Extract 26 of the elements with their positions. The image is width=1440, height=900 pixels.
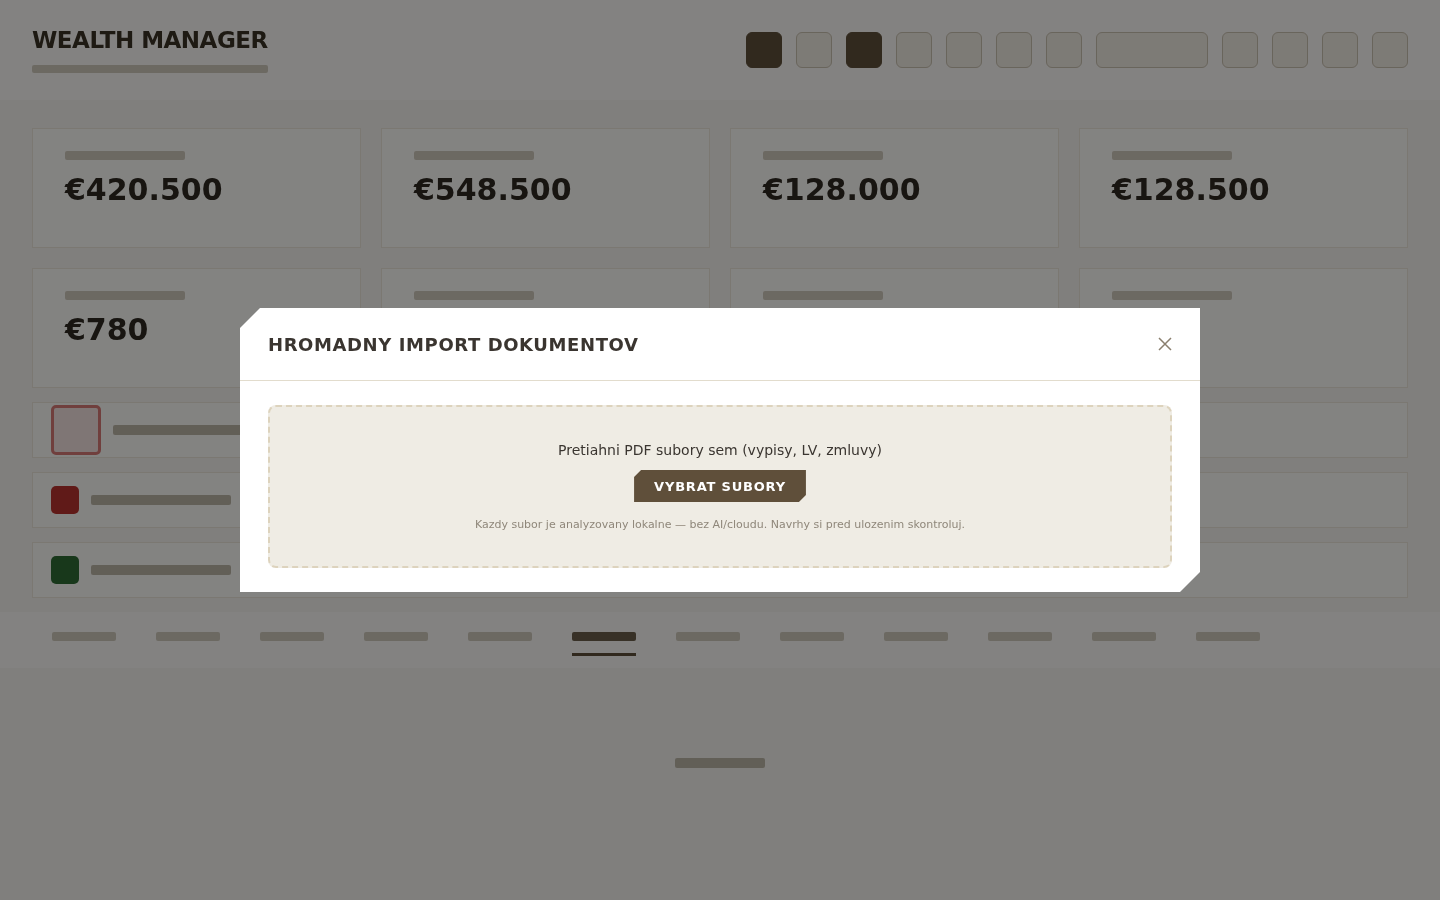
toolbar-button[interactable]	[946, 32, 982, 68]
stat-value: €128.500	[1112, 172, 1271, 207]
stat-value: €128.000	[763, 172, 922, 207]
toolbar-button[interactable]	[1096, 32, 1208, 68]
app-title: WEALTH MANAGER	[32, 27, 268, 53]
drop-prompt: Pretiahni PDF subory sem (vypisy, LV, zmluvy)	[558, 442, 882, 458]
alert-icon	[51, 486, 79, 514]
privacy-note: Kazdy subor je analyzovany lokalne — bez AI/cloudu. Navrhy si pred ulozenim skontroluj.	[474, 518, 966, 531]
stat-value: €548.500	[414, 172, 573, 207]
toolbar-button[interactable]	[996, 32, 1032, 68]
alert-icon	[51, 556, 79, 584]
toolbar-button[interactable]	[1046, 32, 1082, 68]
dialog-title: HROMADNY IMPORT DOKUMENTOV	[268, 333, 639, 355]
stat-value: €420.500	[65, 172, 224, 207]
select-files-button[interactable]: VYBRAT SUBORY	[634, 470, 806, 502]
toolbar-button[interactable]	[1372, 32, 1408, 68]
toolbar-button[interactable]	[846, 32, 882, 68]
toolbar-button[interactable]	[1322, 32, 1358, 68]
toolbar-button[interactable]	[796, 32, 832, 68]
alert-icon	[51, 405, 101, 455]
drop-zone[interactable]: Pretiahni PDF subory sem (vypisy, LV, zmluvy) VYBRAT SUBORY Kazdy subor je analyzovany lokalne — bez AI/cloudu. Navrhy si pred ulozenim skontroluj.	[268, 405, 1172, 568]
close-icon[interactable]	[1158, 337, 1172, 351]
toolbar-button[interactable]	[746, 32, 782, 68]
toolbar-button[interactable]	[896, 32, 932, 68]
toolbar-button[interactable]	[1272, 32, 1308, 68]
toolbar-button[interactable]	[1222, 32, 1258, 68]
